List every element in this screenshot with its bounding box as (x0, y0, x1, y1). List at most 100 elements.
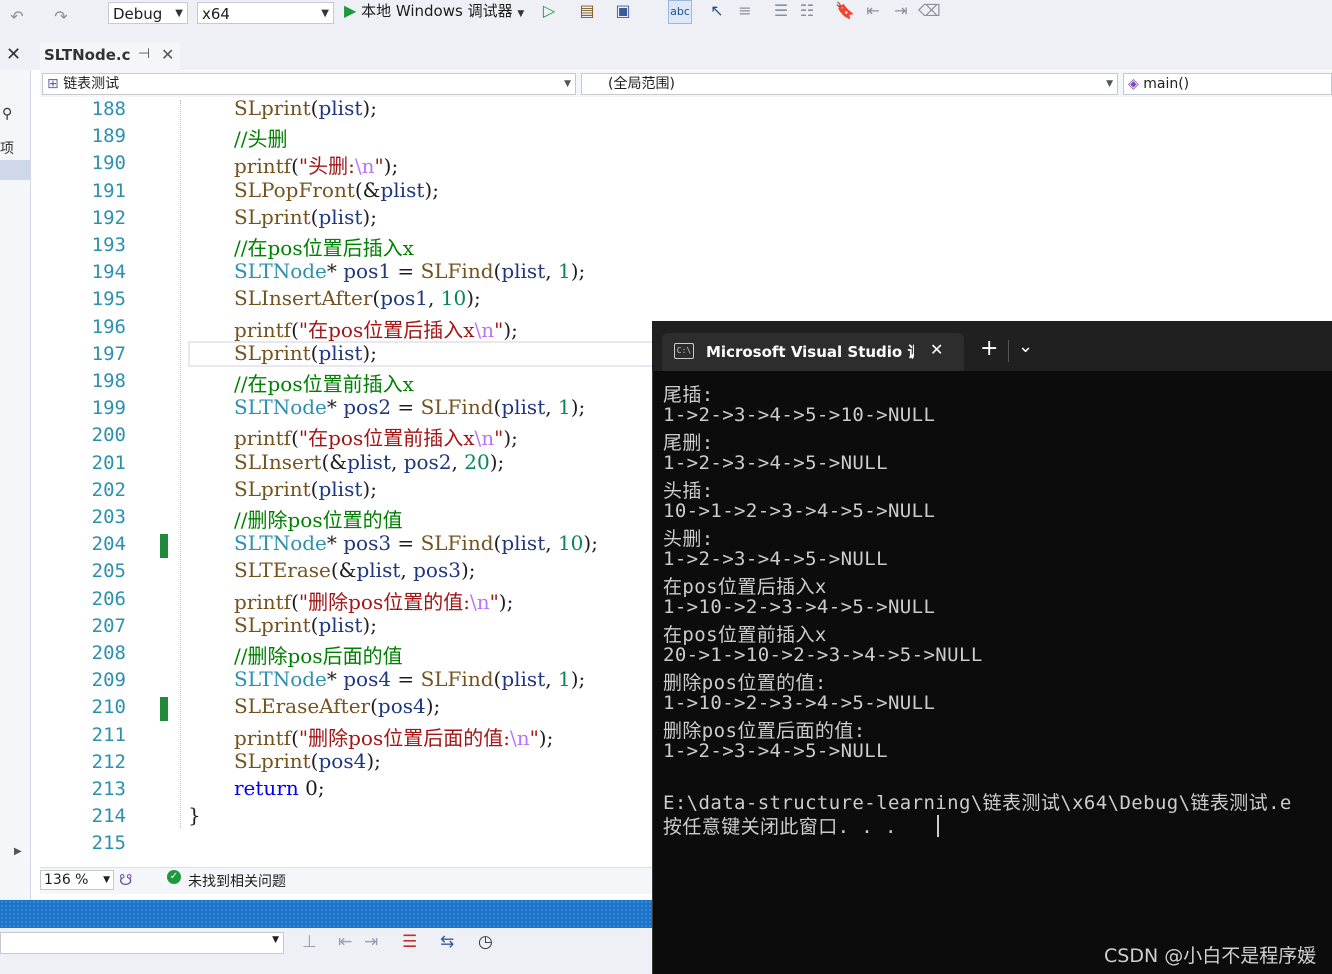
code-line[interactable]: SLEraseAfter(pos4); (234, 694, 440, 718)
window-layout-icon[interactable]: ▣ (612, 0, 634, 22)
scope-combo[interactable]: (全局范围) ▼ (581, 73, 1118, 95)
code-line[interactable]: //头删 (234, 123, 287, 152)
intellicode-icon[interactable]: ☋ (119, 871, 132, 889)
code-token: plist (318, 96, 363, 120)
prev-message-icon[interactable]: ⇤ (338, 932, 352, 952)
code-token: = (391, 667, 421, 692)
code-token: ); (362, 476, 377, 501)
start-debugging-button[interactable]: ▶ 本地 Windows 调试器 ▼ (344, 0, 524, 24)
spell-check-icon[interactable]: abc (668, 0, 692, 24)
issues-text[interactable]: 未找到相关问题 (188, 871, 286, 891)
code-line[interactable]: SLTNode* pos3 = SLFind(plist, 10); (234, 531, 598, 555)
code-token: , (545, 395, 558, 420)
redo-icon[interactable]: ↷ (50, 6, 72, 28)
code-line[interactable]: SLprint(plist); (234, 613, 377, 637)
code-line[interactable]: SLprint(plist); (234, 341, 377, 365)
code-line[interactable]: SLprint(pos4); (234, 749, 381, 773)
config-combo[interactable]: Debug ▼ (108, 2, 188, 24)
code-token: ); (362, 204, 377, 229)
line-number: 205 (91, 560, 126, 583)
console-line: 尾插: (663, 384, 714, 406)
console-cursor (937, 815, 939, 837)
line-number: 212 (91, 750, 126, 773)
prev-bookmark-icon[interactable]: ⇤ (862, 0, 884, 22)
code-line[interactable]: printf("删除pos位置后面的值:\n"); (234, 722, 553, 751)
scroll-right-icon[interactable]: ▶ (14, 846, 22, 857)
console-tab[interactable]: C:\ Microsoft Visual Studio 调试控 ✕ (662, 333, 964, 371)
code-line[interactable]: SLprint(plist); (234, 96, 377, 120)
line-number: 189 (91, 125, 126, 148)
project-value: 链表测试 (63, 76, 120, 92)
code-line[interactable]: //在pos位置后插入x (234, 232, 414, 261)
uncomment-icon[interactable]: ☷ (796, 0, 818, 22)
code-token: * (326, 259, 344, 284)
code-line[interactable]: //在pos位置前插入x (234, 368, 414, 397)
code-line[interactable]: } (188, 803, 201, 827)
code-token: SLFind (420, 395, 494, 420)
undo-icon[interactable]: ↶ (6, 6, 28, 28)
pin-icon[interactable]: ⊣ (138, 46, 150, 62)
console-line: 删除pos位置的值: (663, 672, 827, 694)
platform-combo[interactable]: x64 ▼ (197, 2, 334, 24)
cursor-icon[interactable]: ↖ (706, 0, 728, 22)
clear-all-icon[interactable]: ☰ (402, 932, 417, 952)
code-line[interactable]: SLTNode* pos1 = SLFind(plist, 1); (234, 259, 585, 283)
code-token: printf (234, 317, 292, 342)
code-line[interactable]: printf("头删:\n"); (234, 150, 398, 179)
code-line[interactable]: printf("在pos位置前插入x\n"); (234, 422, 518, 451)
code-line[interactable]: printf("在pos位置后插入x\n"); (234, 314, 518, 343)
zoom-combo[interactable]: 136 % ▼ (40, 870, 114, 890)
code-token: SLFind (420, 531, 494, 556)
close-icon[interactable]: ✕ (6, 44, 21, 65)
tab-divider (1008, 340, 1009, 362)
console-line: 1->10->2->3->4->5->NULL (663, 596, 936, 618)
code-token: = (391, 531, 421, 556)
code-token: printf (234, 589, 292, 614)
line-number: 193 (91, 234, 126, 256)
code-token: plist (380, 177, 425, 202)
chevron-down-icon: ▼ (517, 9, 525, 19)
folder-icon[interactable]: ▤ (576, 0, 598, 22)
comment-icon[interactable]: ☰ (770, 0, 792, 22)
close-icon[interactable]: ✕ (930, 340, 943, 359)
code-line[interactable]: SLTNode* pos4 = SLFind(plist, 1); (234, 667, 585, 691)
tab-sltnode[interactable]: SLTNode.c ⊣ ✕ (40, 42, 180, 72)
search-icon[interactable]: ⚲ (2, 106, 12, 122)
code-line[interactable]: //删除pos后面的值 (234, 640, 403, 669)
code-line[interactable]: SLTErase(&plist, pos3); (234, 558, 476, 582)
clear-bookmarks-icon[interactable]: ⌫ (918, 0, 941, 22)
code-line[interactable]: //删除pos位置的值 (234, 504, 403, 533)
bookmark-icon[interactable]: 🔖 (834, 0, 856, 22)
clock-icon[interactable]: ◷ (478, 932, 493, 952)
console-line: 1->10->2->3->4->5->NULL (663, 692, 936, 714)
member-combo[interactable]: ◈ main() (1123, 73, 1332, 95)
code-line[interactable]: SLInsert(&plist, pos2, 20); (234, 450, 504, 474)
code-token: pos2 (343, 395, 392, 420)
code-line[interactable]: SLPopFront(&plist); (234, 178, 439, 202)
chevron-down-icon: ▼ (103, 875, 110, 885)
code-token: pos4 (343, 667, 392, 692)
code-line[interactable]: SLTNode* pos2 = SLFind(plist, 1); (234, 395, 585, 419)
new-tab-icon[interactable]: + (980, 336, 998, 361)
code-token: , (451, 449, 465, 474)
word-wrap-icon[interactable]: ⇆ (440, 932, 454, 952)
chevron-down-icon[interactable]: ⌄ (1018, 336, 1033, 357)
line-number: 206 (91, 587, 126, 610)
start-without-debugging-icon[interactable]: ▷ (538, 0, 560, 22)
code-line[interactable]: return 0; (234, 776, 325, 800)
project-combo[interactable]: ⊞ 链表测试 ▼ (42, 73, 576, 95)
find-message-icon[interactable]: ⊥ (302, 932, 317, 952)
align-icon[interactable]: ≡ (734, 0, 756, 22)
code-line[interactable]: SLInsertAfter(pos1, 10); (234, 286, 481, 310)
code-token: plist (501, 667, 546, 692)
code-line[interactable]: SLprint(plist); (234, 477, 377, 501)
selected-item[interactable] (0, 160, 30, 180)
line-number: 199 (91, 397, 126, 420)
next-bookmark-icon[interactable]: ⇥ (890, 0, 912, 22)
code-line[interactable]: SLprint(plist); (234, 205, 377, 229)
output-source-combo[interactable]: ▼ (0, 932, 284, 954)
code-token: "头删: (298, 154, 355, 179)
next-message-icon[interactable]: ⇥ (364, 932, 378, 952)
code-line[interactable]: printf("删除pos位置的值:\n"); (234, 586, 513, 615)
close-tab-icon[interactable]: ✕ (161, 45, 174, 64)
